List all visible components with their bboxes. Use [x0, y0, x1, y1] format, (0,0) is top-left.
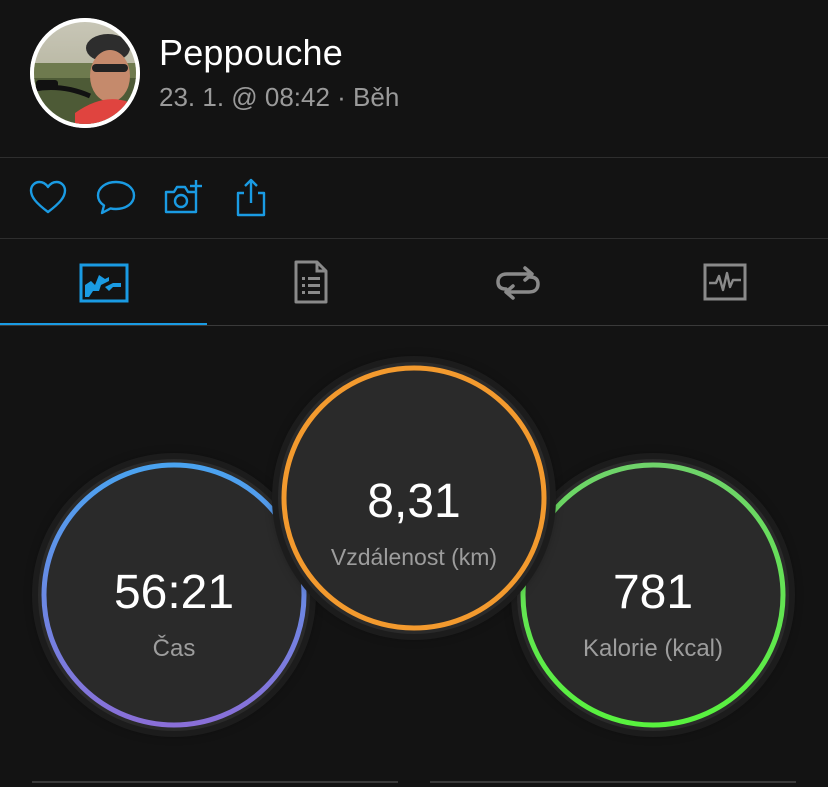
section-divider-right — [430, 781, 796, 783]
username[interactable]: Peppouche — [159, 32, 343, 74]
repeat-icon — [495, 266, 540, 300]
calories-label: Kalorie (kcal) — [582, 635, 724, 662]
overview-chart-icon — [79, 263, 128, 303]
tab-details[interactable] — [207, 239, 414, 326]
comment-icon — [96, 180, 136, 215]
calories-stat[interactable]: 781 Kalorie (kcal) — [517, 459, 789, 731]
share-button[interactable] — [229, 176, 273, 220]
time-value: 56:21 — [113, 566, 235, 619]
calories-value: 781 — [612, 566, 694, 619]
avatar[interactable] — [30, 18, 140, 128]
comment-button[interactable] — [94, 176, 138, 220]
tab-overview[interactable] — [0, 239, 207, 326]
action-bar — [0, 158, 828, 238]
section-divider-left — [32, 781, 398, 783]
heart-rate-chart-icon — [703, 263, 746, 301]
tab-bar — [0, 239, 828, 326]
share-icon — [236, 178, 266, 217]
tab-graphs[interactable] — [621, 239, 828, 326]
add-photo-button[interactable] — [162, 176, 206, 220]
tab-laps[interactable] — [414, 239, 621, 326]
stats-panel: 56:21 Čas 781 Kalorie (kcal) 8,31 Vzdále… — [0, 326, 828, 787]
avatar-photo — [30, 18, 140, 128]
activity-meta: 23. 1. @ 08:42 · Běh — [159, 82, 400, 112]
heart-icon — [29, 180, 67, 214]
distance-label: Vzdálenost (km) — [330, 544, 498, 570]
document-icon — [294, 260, 327, 304]
camera-plus-icon — [164, 180, 202, 214]
activity-header: Peppouche 23. 1. @ 08:42 · Běh — [0, 0, 828, 157]
like-button[interactable] — [26, 176, 70, 220]
activity-screen: Peppouche 23. 1. @ 08:42 · Běh 56:21 Čas… — [0, 0, 828, 787]
time-label: Čas — [152, 635, 196, 662]
distance-stat[interactable]: 8,31 Vzdálenost (km) — [278, 362, 550, 634]
time-stat[interactable]: 56:21 Čas — [38, 459, 310, 731]
distance-value: 8,31 — [367, 475, 461, 528]
